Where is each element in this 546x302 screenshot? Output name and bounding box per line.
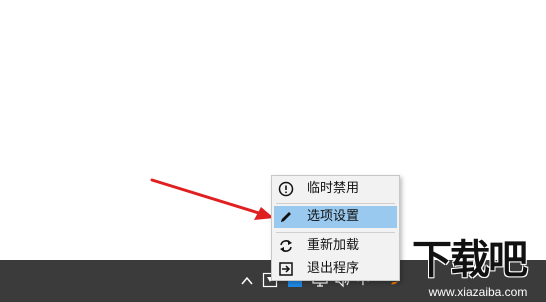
reload-icon <box>278 238 294 254</box>
menu-item-options-settings[interactable]: 选项设置 <box>274 206 397 228</box>
watermark-logo: 下载吧 www.xiazaiba.com <box>410 236 546 302</box>
menu-item-label: 临时禁用 <box>307 181 360 196</box>
menu-item-temporary-disable[interactable]: 临时禁用 <box>274 178 397 200</box>
watermark-url: www.xiazaiba.com <box>428 285 528 299</box>
pencil-icon <box>278 209 294 225</box>
menu-separator <box>276 203 395 204</box>
menu-item-label: 退出程序 <box>307 261 360 276</box>
tray-context-menu: 临时禁用 选项设置 重新加载 退出程序 <box>271 175 400 281</box>
watermark-logo-text: 下载吧 <box>412 237 528 283</box>
menu-separator <box>276 232 395 233</box>
red-annotation-arrow <box>150 178 274 220</box>
exclamation-circle-icon <box>278 181 294 197</box>
exit-icon <box>278 261 294 277</box>
menu-item-label: 重新加载 <box>307 238 360 253</box>
show-hidden-chevron-icon[interactable] <box>240 274 254 288</box>
menu-item-label: 选项设置 <box>307 209 360 224</box>
menu-item-exit[interactable]: 退出程序 <box>274 258 397 280</box>
menu-item-reload[interactable]: 重新加载 <box>274 235 397 257</box>
